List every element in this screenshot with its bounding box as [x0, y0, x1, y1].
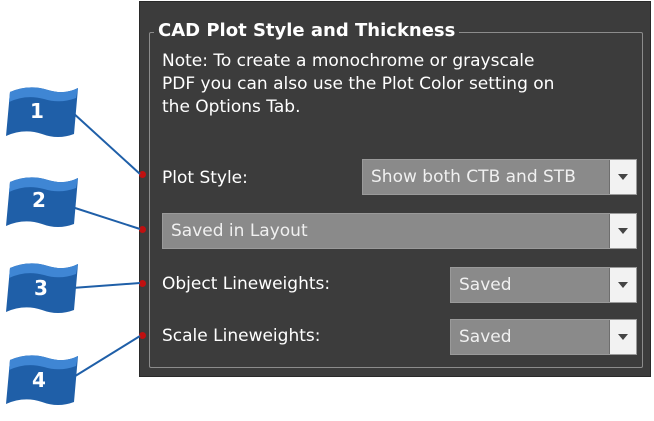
layout-combo-value: Saved in Layout — [171, 221, 308, 241]
chevron-down-icon — [618, 228, 628, 234]
plot-settings-panel: CAD Plot Style and Thickness Note: To cr… — [139, 1, 651, 377]
chevron-down-icon — [618, 174, 628, 180]
plot-style-dropdown-button[interactable] — [609, 160, 636, 194]
screenshot-stage: CAD Plot Style and Thickness Note: To cr… — [0, 0, 654, 421]
scale-lineweights-value: Saved — [459, 327, 512, 347]
plot-style-layout-dropdown[interactable]: Saved in Layout — [162, 213, 637, 249]
callout-anchor-dot-3 — [139, 280, 146, 287]
chevron-down-icon — [618, 334, 628, 340]
object-lineweights-label: Object Lineweights: — [162, 274, 331, 294]
scale-lineweights-label: Scale Lineweights: — [162, 326, 321, 346]
scale-lineweights-dropdown[interactable]: Saved — [450, 319, 637, 355]
layout-dropdown-button[interactable] — [609, 214, 636, 248]
plot-style-dropdown[interactable]: Show both CTB and STB — [362, 159, 637, 195]
plot-style-label: Plot Style: — [162, 168, 248, 188]
callout-anchor-dot-1 — [139, 171, 146, 178]
group-title: CAD Plot Style and Thickness — [154, 18, 460, 44]
plot-style-value: Show both CTB and STB — [371, 167, 576, 187]
object-lineweights-value: Saved — [459, 275, 512, 295]
chevron-down-icon — [618, 282, 628, 288]
callout-anchor-dot-2 — [139, 226, 146, 233]
callout-number-3: 3 — [34, 276, 48, 300]
callout-anchor-dot-4 — [139, 332, 146, 339]
object-lineweights-dropdown[interactable]: Saved — [450, 267, 637, 303]
scale-lineweights-dropdown-button[interactable] — [609, 320, 636, 354]
note-text: Note: To create a monochrome or grayscal… — [162, 51, 555, 117]
callout-number-1: 1 — [30, 99, 44, 123]
callout-number-2: 2 — [32, 188, 46, 212]
object-lineweights-dropdown-button[interactable] — [609, 268, 636, 302]
callout-number-4: 4 — [32, 368, 46, 392]
